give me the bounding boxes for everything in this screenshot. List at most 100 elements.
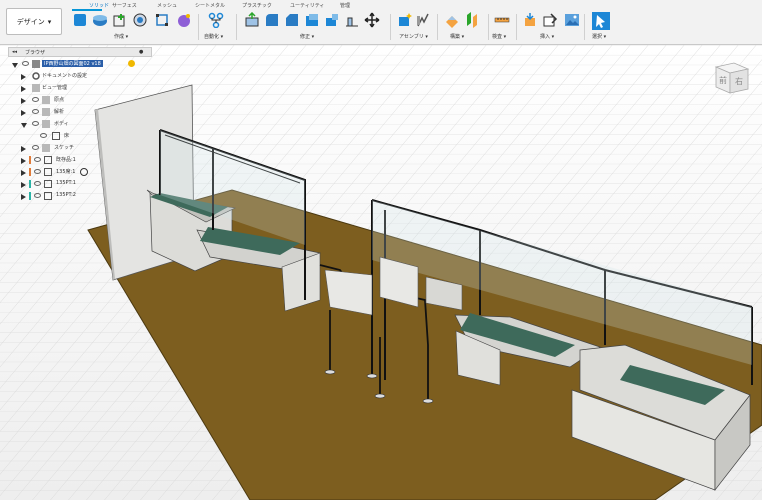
visibility-eye-icon[interactable]: [34, 181, 41, 186]
inspect-label[interactable]: 検査 ▾: [492, 33, 506, 40]
folder-icon: [42, 96, 50, 104]
expand-icon[interactable]: [21, 182, 26, 188]
move-copy-icon[interactable]: [364, 12, 380, 28]
tab-utility[interactable]: ユーティリティ: [290, 2, 324, 9]
tree-item[interactable]: ドキュメントの設定: [8, 71, 154, 83]
tree-item-label: ボディ: [54, 121, 69, 127]
expand-icon[interactable]: [21, 170, 26, 176]
select-icon[interactable]: [592, 12, 610, 30]
visibility-eye-icon[interactable]: [32, 97, 39, 102]
component-color-bar: [29, 192, 31, 200]
insert-canvas-icon[interactable]: [564, 12, 580, 28]
tab-manage[interactable]: 管理: [340, 2, 350, 9]
close-icon[interactable]: ●: [139, 49, 143, 55]
tree-item-label: 原点: [54, 97, 65, 103]
toolbar-separator: [437, 14, 438, 40]
visibility-eye-icon[interactable]: [32, 121, 39, 126]
toolbar-separator: [516, 14, 517, 40]
revolve-icon[interactable]: [132, 12, 148, 28]
workspace-switcher[interactable]: デザイン ▾: [6, 8, 62, 35]
tree-item-label: 解析: [54, 109, 65, 115]
press-pull-icon[interactable]: [244, 12, 260, 28]
automate-label[interactable]: 自動化 ▾: [204, 33, 223, 40]
tree-item[interactable]: ボディ: [8, 119, 154, 131]
fillet-icon[interactable]: [264, 12, 280, 28]
component-color-bar: [29, 168, 31, 176]
visibility-eye-icon[interactable]: [22, 61, 29, 66]
viewcube[interactable]: 前 右: [710, 55, 752, 97]
tree-item[interactable]: 原点: [8, 95, 154, 107]
construct-label[interactable]: 構築 ▾: [450, 33, 464, 40]
midplane-icon[interactable]: [464, 12, 480, 28]
activate-radio-icon[interactable]: [128, 60, 135, 67]
activate-radio-icon[interactable]: [80, 168, 88, 176]
insert-label[interactable]: 挿入 ▾: [540, 33, 554, 40]
expand-icon[interactable]: [21, 123, 27, 128]
modify-label[interactable]: 修正 ▾: [300, 33, 314, 40]
extrude-icon[interactable]: [92, 12, 108, 28]
visibility-eye-icon[interactable]: [34, 193, 41, 198]
automate-group: 自動化 ▾: [200, 12, 236, 42]
toolbar-separator: [198, 14, 199, 40]
align-icon[interactable]: [344, 12, 360, 28]
box-icon[interactable]: [154, 12, 170, 28]
shell-icon[interactable]: [304, 12, 320, 28]
body-icon: [52, 132, 60, 140]
select-label[interactable]: 選択 ▾: [592, 33, 606, 40]
visibility-eye-icon[interactable]: [32, 145, 39, 150]
toolbar-separator: [488, 14, 489, 40]
new-component-icon[interactable]: [72, 12, 88, 28]
assemble-label[interactable]: アセンブリ ▾: [399, 33, 428, 40]
chamfer-icon[interactable]: [284, 12, 300, 28]
visibility-eye-icon[interactable]: [34, 157, 41, 162]
viewcube-front-label: 前: [719, 75, 727, 85]
inspect-group: 検査 ▾: [490, 12, 516, 42]
tree-item[interactable]: ビュー管理: [8, 83, 154, 95]
create-label[interactable]: 作成 ▾: [114, 33, 128, 40]
collapse-icon[interactable]: ◂◂: [12, 49, 17, 55]
automate-icon[interactable]: [208, 12, 224, 28]
tab-solid[interactable]: ソリッド: [89, 2, 109, 9]
tree-item[interactable]: 135席:1: [8, 167, 154, 179]
tree-item[interactable]: スケッチ: [8, 143, 154, 155]
form-icon[interactable]: [176, 12, 192, 28]
tree-item[interactable]: 解析: [8, 107, 154, 119]
expand-icon[interactable]: [21, 98, 26, 104]
visibility-eye-icon[interactable]: [34, 169, 41, 174]
tree-item[interactable]: 135PT:2: [8, 191, 154, 203]
tree-item[interactable]: 135PT:1: [8, 179, 154, 191]
tree-item[interactable]: 床: [8, 131, 154, 143]
tree-root[interactable]: IP西野山畑の図面02 v18: [8, 59, 154, 71]
split-body-icon[interactable]: [324, 12, 340, 28]
visibility-eye-icon[interactable]: [32, 109, 39, 114]
tab-plastic[interactable]: プラスチック: [242, 2, 272, 9]
tree-item-label: 135PT:2: [56, 192, 76, 198]
browser-panel: ◂◂ ブラウザ ● IP西野山畑の図面02 v18 ドキュメントの設定 ビュー管…: [8, 47, 154, 207]
component-color-bar: [29, 156, 31, 164]
create-sketch-icon[interactable]: [112, 12, 128, 28]
expand-icon[interactable]: [21, 146, 26, 152]
visibility-eye-icon[interactable]: [40, 133, 47, 138]
tree-item-label: ドキュメントの設定: [42, 73, 88, 79]
tab-sheetmetal[interactable]: シートメタル: [195, 2, 225, 9]
chevron-down-icon: ▾: [47, 17, 52, 26]
component-color-bar: [29, 180, 31, 188]
joint-icon[interactable]: [415, 12, 431, 28]
new-component-assemble-icon[interactable]: [397, 12, 413, 28]
tab-mesh[interactable]: メッシュ: [157, 2, 177, 9]
offset-plane-icon[interactable]: [444, 12, 460, 28]
expand-icon[interactable]: [21, 110, 26, 116]
expand-icon[interactable]: [12, 63, 18, 68]
viewcube-right-label: 右: [735, 76, 743, 86]
expand-icon[interactable]: [21, 74, 26, 80]
tree-item-label: ビュー管理: [42, 85, 68, 91]
insert-mcmaster-icon[interactable]: [542, 12, 558, 28]
expand-icon[interactable]: [21, 194, 26, 200]
measure-icon[interactable]: [494, 12, 510, 28]
document-icon: [32, 60, 40, 68]
expand-icon[interactable]: [21, 158, 26, 164]
tab-surface[interactable]: サーフェス: [112, 2, 137, 9]
expand-icon[interactable]: [21, 86, 26, 92]
insert-derive-icon[interactable]: [522, 12, 538, 28]
tree-item[interactable]: 既存品:1: [8, 155, 154, 167]
